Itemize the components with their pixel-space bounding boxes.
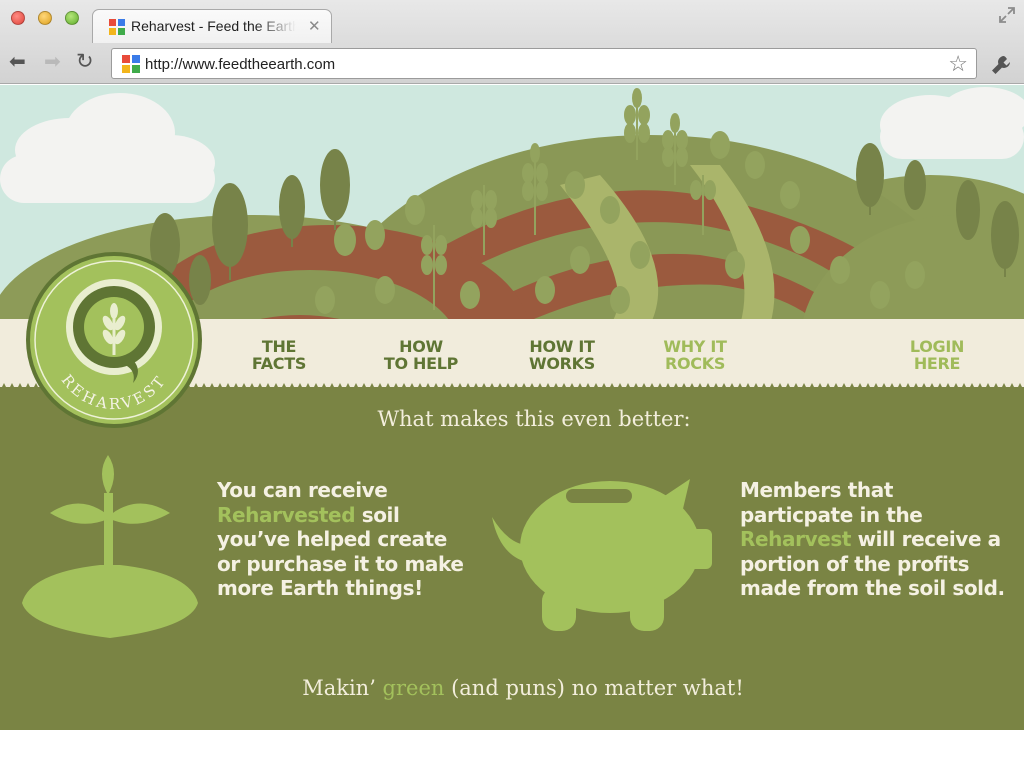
piggy-bank-icon <box>492 479 712 631</box>
fullscreen-icon[interactable] <box>998 6 1016 24</box>
tab-title: Reharvest - Feed the Earth <box>131 18 296 34</box>
left-benefit-text: You can receive Reharvested soil you’ve … <box>217 478 467 601</box>
right-blurb-lead: Members that particpate in the <box>740 478 923 527</box>
nav-why-it-rocks[interactable]: WHY IT ROCKS <box>655 338 735 372</box>
site-favicon-icon <box>109 19 125 35</box>
browser-chrome: Reharvest - Feed the Earth ✕ ⬅ ➡ ↻ http:… <box>0 0 1024 84</box>
left-blurb-highlight: Reharvested <box>217 502 356 527</box>
right-benefit-text: Members that particpate in the Reharvest… <box>740 478 1010 601</box>
footer-after: (and puns) no matter what! <box>444 676 744 700</box>
minimize-window-button[interactable] <box>38 11 52 25</box>
footer-highlight: green <box>382 676 445 700</box>
url-text[interactable]: http://www.feedtheearth.com <box>145 56 335 73</box>
bookmark-star-icon[interactable]: ☆ <box>948 51 968 77</box>
back-arrow-icon[interactable]: ⬅ <box>9 52 26 72</box>
sprout-icon <box>22 455 198 638</box>
tab-close-icon[interactable]: ✕ <box>308 17 321 35</box>
wrench-icon[interactable] <box>989 53 1013 77</box>
reharvest-logo[interactable]: REHARVEST <box>25 251 203 429</box>
site-favicon-icon <box>122 55 140 73</box>
footer-before: Makin’ <box>302 676 383 700</box>
left-blurb-lead: You can receive <box>217 478 388 502</box>
nav-how-it-works[interactable]: HOW IT WORKS <box>522 338 602 372</box>
nav-the-facts[interactable]: THE FACTS <box>244 338 314 372</box>
right-blurb-highlight: Reharvest <box>740 527 852 551</box>
nav-how-to-help[interactable]: HOW TO HELP <box>378 338 464 372</box>
nav-login-here[interactable]: LOGIN HERE <box>900 338 974 372</box>
section-headline: What makes this even better: <box>377 407 691 431</box>
web-page: THE FACTS HOW TO HELP HOW IT WORKS WHY I… <box>0 85 1024 730</box>
address-bar[interactable]: http://www.feedtheearth.com ☆ <box>111 48 977 79</box>
forward-arrow-icon[interactable]: ➡ <box>44 52 61 72</box>
close-window-button[interactable] <box>11 11 25 25</box>
reload-icon[interactable]: ↻ <box>76 51 94 72</box>
zoom-window-button[interactable] <box>65 11 79 25</box>
browser-tab[interactable]: Reharvest - Feed the Earth ✕ <box>92 9 332 43</box>
footer-tagline: Makin’ green (and puns) no matter what! <box>0 676 1024 700</box>
